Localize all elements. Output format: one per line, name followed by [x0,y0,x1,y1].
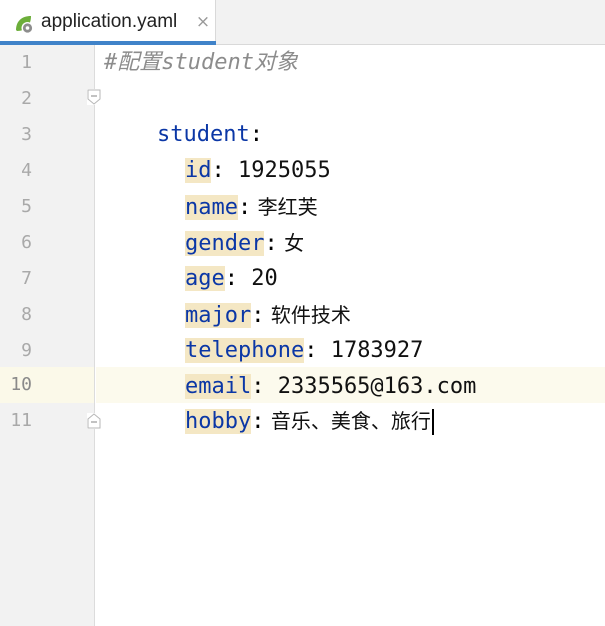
code-line-telephone: telephone: 1783927 [132,297,423,363]
line-number: 8 [21,304,32,325]
line-number: 2 [21,88,32,109]
yaml-value: 音乐、美食、旅行 [264,409,431,433]
code-line-name: name: 李红芙 [132,153,318,220]
line-number: 4 [21,160,32,181]
line-number: 3 [21,124,32,145]
yaml-key: hobby [184,409,252,434]
code-line-hobby: hobby: 音乐、美食、旅行 [132,367,434,435]
line-number-current: 10 [10,374,32,395]
fold-end-icon[interactable] [87,413,101,429]
line-number: 5 [21,196,32,217]
tab-application-yaml[interactable]: application.yaml × [0,0,216,45]
code-editor[interactable]: 1 2 3 4 5 6 7 8 9 10 11 #配置student对象 stu… [0,45,605,626]
code-line-major: major: 软件技术 [132,261,351,328]
leaf-settings-icon [16,16,34,34]
code-line-age: age: 20 [132,225,278,291]
line-number: 7 [21,268,32,289]
yaml-colon: : [251,409,265,434]
code-line-student: student: [104,81,263,147]
line-number: 1 [21,52,32,73]
yaml-comment: #配置student对象 [104,50,298,75]
code-line-id: id: 1925055 [132,117,331,183]
yaml-value: 女 [277,231,305,255]
fold-start-icon[interactable] [87,89,101,105]
line-number-gutter: 1 2 3 4 5 6 7 8 9 10 11 [0,45,95,626]
editor-tab-bar: application.yaml × [0,0,605,45]
text-cursor [431,409,434,435]
code-line-gender: gender: 女 [132,189,304,256]
line-number: 9 [21,340,32,361]
close-icon[interactable]: × [193,11,213,33]
code-line-email: email: 2335565@163.com [132,333,476,399]
line-number: 6 [21,232,32,253]
line-number: 11 [10,410,32,431]
tab-title: application.yaml [41,11,178,32]
